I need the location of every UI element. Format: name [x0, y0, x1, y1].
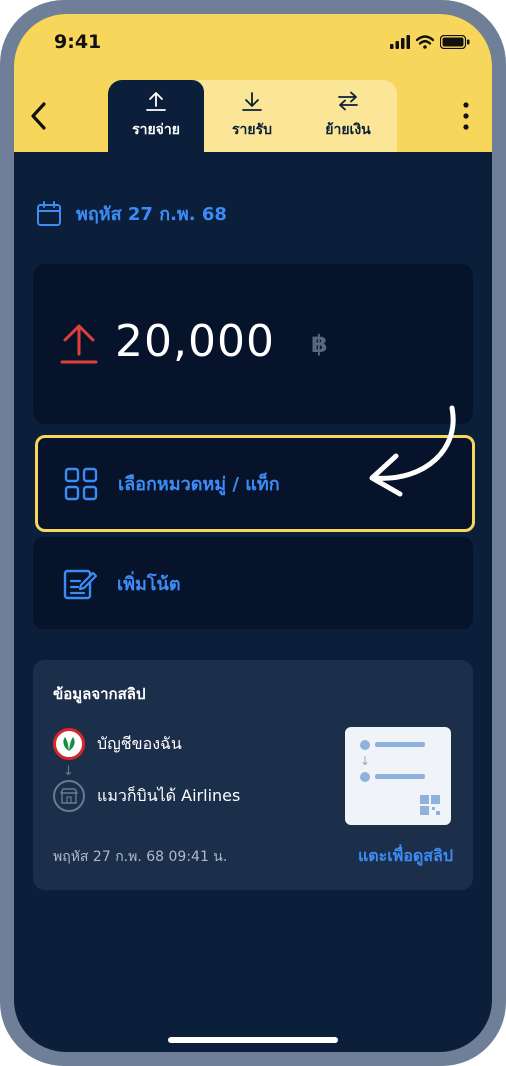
store-icon [53, 780, 85, 812]
tab-income[interactable]: รายรับ [204, 80, 300, 152]
slip-thumbnail[interactable]: ↓ [345, 727, 451, 825]
slip-info-card: ข้อมูลจากสลิป บัญชีของฉัน ↓ แมวก็บินได้ … [33, 660, 473, 890]
calendar-icon [37, 200, 61, 226]
transfer-icon [338, 91, 358, 111]
add-note-label: เพิ่มโน้ต [117, 573, 181, 595]
date-label: พฤหัส 27 ก.พ. 68 [76, 204, 227, 225]
slip-merchant-name: แมวก็บินได้ Airlines [97, 786, 241, 805]
grid-icon [64, 467, 98, 500]
header: 9:41 รายจ่าย รายรับ ย้ายเงิน [14, 14, 492, 152]
signal-icon [390, 35, 410, 49]
select-category-label: เลือกหมวดหมู่ / แท็ก [118, 474, 280, 495]
chevron-left-icon [31, 102, 46, 130]
tab-income-label: รายรับ [232, 122, 272, 138]
currency-symbol: ฿ [311, 330, 328, 358]
tab-transfer-label: ย้ายเงิน [325, 122, 371, 138]
more-options-button[interactable] [454, 98, 478, 134]
status-time: 9:41 [54, 31, 102, 53]
hint-arrow-icon [369, 405, 456, 497]
tab-expense[interactable]: รายจ่าย [108, 80, 204, 152]
back-button[interactable] [24, 94, 54, 138]
edit-note-icon [63, 569, 97, 600]
bank-logo-icon [53, 728, 85, 760]
up-arrow-icon [60, 324, 98, 364]
date-selector[interactable]: พฤหัส 27 ก.พ. 68 [36, 199, 227, 228]
tab-transfer[interactable]: ย้ายเงิน [300, 80, 396, 152]
slip-flow-arrow: ↓ [63, 764, 74, 779]
phone-frame: 9:41 รายจ่าย รายรับ ย้ายเงิน พฤหัส 27 ก.… [0, 0, 506, 1066]
wifi-icon [416, 35, 434, 49]
slip-title: ข้อมูลจากสลิป [53, 685, 146, 703]
more-vertical-icon [463, 102, 469, 130]
add-note-button[interactable]: เพิ่มโน้ต [33, 537, 473, 629]
home-indicator [168, 1037, 338, 1043]
slip-from-account: บัญชีของฉัน [97, 734, 182, 753]
app-screen: 9:41 รายจ่าย รายรับ ย้ายเงิน พฤหัส 27 ก.… [14, 14, 492, 1052]
svg-text:↓: ↓ [360, 754, 370, 768]
battery-icon [440, 35, 470, 49]
slip-datetime: พฤหัส 27 ก.พ. 68 09:41 น. [53, 849, 228, 865]
status-icons [390, 34, 470, 50]
amount-card[interactable]: 20,000 ฿ [33, 264, 473, 424]
transaction-type-tabs: รายจ่าย รายรับ ย้ายเงิน [108, 80, 397, 152]
tab-expense-label: รายจ่าย [132, 122, 180, 138]
upload-icon [146, 92, 166, 111]
amount-value: 20,000 [115, 316, 275, 367]
view-slip-link[interactable]: แตะเพื่อดูสลิป [358, 844, 453, 869]
download-icon [242, 92, 262, 111]
